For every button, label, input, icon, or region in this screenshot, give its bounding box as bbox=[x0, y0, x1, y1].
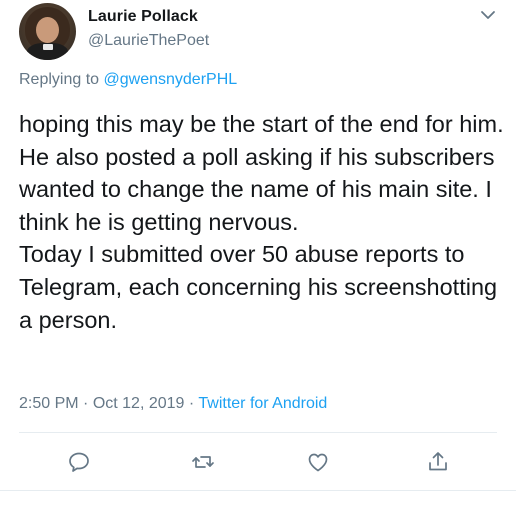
tweet-time[interactable]: 2:50 PM bbox=[19, 395, 79, 412]
retweet-icon bbox=[192, 456, 214, 468]
tweet-date[interactable]: Oct 12, 2019 bbox=[93, 395, 185, 412]
tweet-text-paragraph: hoping this may be the start of the end … bbox=[19, 111, 504, 235]
tweet-text-paragraph: Today I submitted over 50 abuse reports … bbox=[19, 241, 498, 333]
avatar-face bbox=[36, 17, 59, 43]
meta-separator: · bbox=[78, 395, 93, 412]
like-button[interactable] bbox=[304, 446, 332, 478]
reply-context: Replying to @gwensnyderPHL bbox=[19, 71, 237, 89]
reply-button[interactable] bbox=[65, 446, 93, 478]
heart-icon bbox=[308, 453, 328, 472]
tweet-source-link[interactable]: Twitter for Android bbox=[198, 395, 327, 412]
divider bbox=[0, 490, 516, 491]
author-display-name[interactable]: Laurie Pollack bbox=[88, 8, 198, 26]
share-icon bbox=[429, 452, 447, 471]
avatar-badge bbox=[43, 44, 53, 50]
tweet-metadata: 2:50 PM · Oct 12, 2019 · Twitter for And… bbox=[19, 395, 327, 413]
action-bar bbox=[0, 446, 516, 478]
retweet-button[interactable] bbox=[189, 446, 217, 478]
reply-prefix: Replying to bbox=[19, 71, 104, 88]
tweet-detail: Laurie Pollack @LaurieThePoet Replying t… bbox=[0, 0, 516, 520]
speech-bubble-icon bbox=[69, 452, 89, 472]
share-button[interactable] bbox=[424, 446, 452, 478]
tweet-text: hoping this may be the start of the end … bbox=[19, 108, 504, 336]
avatar[interactable] bbox=[19, 3, 76, 60]
meta-separator: · bbox=[184, 395, 199, 412]
chevron-down-icon[interactable] bbox=[479, 8, 497, 22]
author-handle[interactable]: @LaurieThePoet bbox=[88, 32, 209, 50]
divider bbox=[19, 432, 497, 433]
reply-mention-link[interactable]: @gwensnyderPHL bbox=[104, 71, 238, 88]
